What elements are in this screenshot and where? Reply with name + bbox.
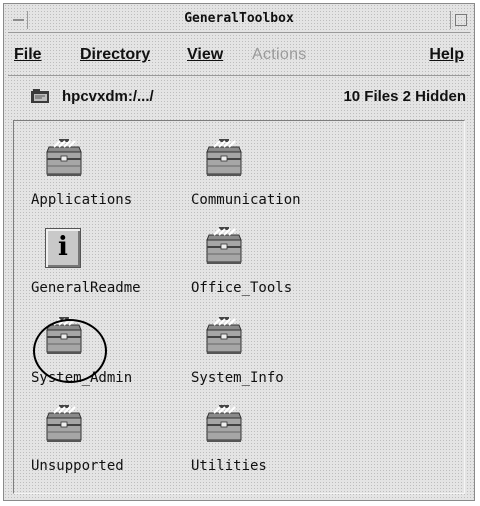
toolbox-icon <box>46 139 82 176</box>
window-title: GeneralToolbox <box>184 11 294 26</box>
toolbox-icon <box>206 227 242 264</box>
path-bar: hpcvxdm:/.../ 10 Files 2 Hidden <box>8 82 470 112</box>
item-generalreadme[interactable]: i GeneralReadme <box>31 226 191 310</box>
item-label: Office_Tools <box>191 280 293 296</box>
title-bar[interactable]: GeneralToolbox <box>8 8 470 33</box>
item-label: Utilities <box>191 458 267 474</box>
toolbox-icon <box>46 405 82 442</box>
item-label: Applications <box>31 192 133 208</box>
menu-file[interactable]: File <box>14 46 42 64</box>
menu-directory-label: Directory <box>80 46 151 63</box>
menu-file-label: File <box>14 46 42 63</box>
item-label: System_Info <box>191 370 284 386</box>
menu-actions-label: Actions <box>252 46 307 63</box>
item-communication[interactable]: Communication <box>191 138 351 222</box>
menu-bar: File Directory View Actions Help <box>8 40 470 70</box>
general-toolbox-window: GeneralToolbox File Directory View Actio… <box>3 3 475 501</box>
folder-icon <box>31 89 49 103</box>
item-system-info[interactable]: System_Info <box>191 316 351 400</box>
item-utilities[interactable]: Utilities <box>191 404 351 488</box>
item-label: Unsupported <box>31 458 124 474</box>
menu-actions: Actions <box>252 46 307 64</box>
file-view[interactable]: Applications Communication i GeneralRead… <box>13 120 465 494</box>
file-count: 10 Files 2 Hidden <box>343 88 466 105</box>
highlight-circle <box>33 319 107 383</box>
item-label: Communication <box>191 192 301 208</box>
menu-help-label: Help <box>429 46 464 63</box>
item-label: GeneralReadme <box>31 280 141 296</box>
menu-directory[interactable]: Directory <box>80 46 150 64</box>
current-path: hpcvxdm:/.../ <box>62 88 154 105</box>
maximize-icon <box>455 14 467 26</box>
item-office-tools[interactable]: Office_Tools <box>191 226 351 310</box>
maximize-button[interactable] <box>450 11 468 29</box>
item-applications[interactable]: Applications <box>31 138 191 222</box>
menu-view[interactable]: View <box>187 46 223 64</box>
menu-separator <box>8 75 470 76</box>
toolbox-icon <box>206 405 242 442</box>
toolbox-icon <box>206 317 242 354</box>
toolbox-icon <box>206 139 242 176</box>
info-icon: i <box>45 228 81 268</box>
item-unsupported[interactable]: Unsupported <box>31 404 191 488</box>
menu-view-label: View <box>187 46 224 63</box>
menu-help[interactable]: Help <box>429 46 464 64</box>
